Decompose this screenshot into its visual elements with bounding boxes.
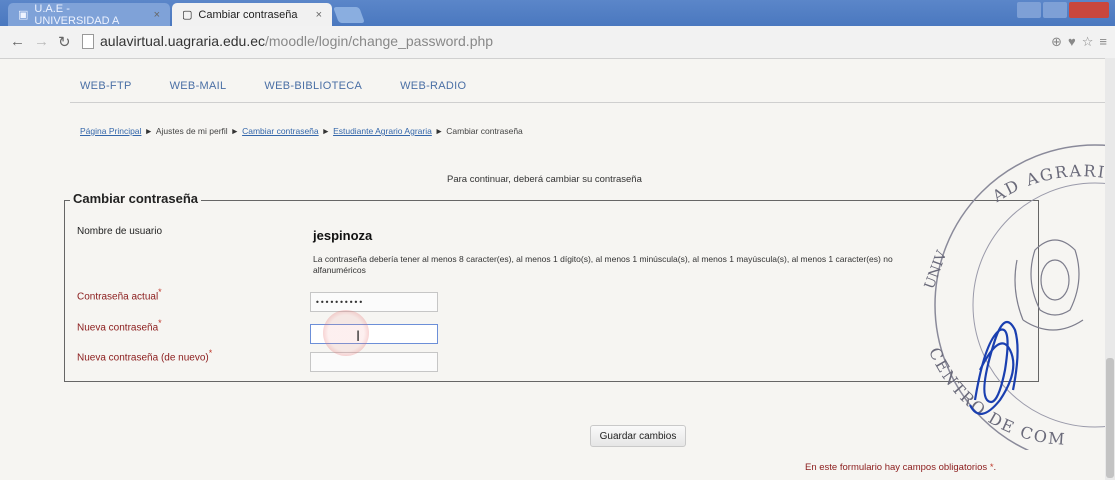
window-controls <box>1017 2 1109 18</box>
close-window-button[interactable] <box>1069 2 1109 18</box>
address-bar[interactable]: aulavirtual.uagraria.edu.ec/moodle/login… <box>82 30 1062 52</box>
label-text: Nueva contraseña <box>77 322 159 334</box>
click-highlight <box>323 310 369 356</box>
scrollbar-thumb[interactable] <box>1106 358 1114 478</box>
breadcrumb: Página Principal ► Ajustes de mi perfil ► Ca… <box>80 126 523 136</box>
site-menu: WEB-FTP WEB-MAIL WEB-BIBLIOTECA WEB-RADI… <box>80 80 466 92</box>
star-icon[interactable]: ☆ <box>1082 34 1094 50</box>
minimize-button[interactable] <box>1017 2 1041 18</box>
extension-icon[interactable]: ♥ <box>1068 34 1076 50</box>
zoom-icon[interactable]: ⊕ <box>1051 34 1062 50</box>
menu-item-web-biblioteca[interactable]: WEB-BIBLIOTECA <box>264 80 362 92</box>
page-scrollbar[interactable] <box>1105 58 1115 480</box>
current-password-input[interactable] <box>310 292 438 312</box>
required-fields-note: En este formulario hay campos obligatori… <box>805 462 997 473</box>
browser-tabstrip: ▣ U.A.E - UNIVERSIDAD A × ▢ Cambiar cont… <box>0 0 1115 27</box>
new-tab-button[interactable] <box>333 7 365 23</box>
label-text: Nueva contraseña (de nuevo) <box>77 352 209 364</box>
continue-notice: Para continuar, deberá cambiar su contra… <box>447 174 642 185</box>
breadcrumb-separator: ► <box>321 126 331 136</box>
username-value: jespinoza <box>313 228 373 243</box>
toolbar-actions: ⊕ ♥ ☆ ≡ <box>1051 34 1107 50</box>
browser-toolbar: ← → ↻ aulavirtual.uagraria.edu.ec/moodle… <box>0 26 1115 59</box>
tab-uae[interactable]: ▣ U.A.E - UNIVERSIDAD A × <box>8 2 170 27</box>
breadcrumb-profile-settings: Ajustes de mi perfil <box>155 126 228 136</box>
breadcrumb-separator: ► <box>230 126 240 136</box>
required-icon: * <box>208 348 213 358</box>
maximize-button[interactable] <box>1043 2 1067 18</box>
label-text: Contraseña actual <box>77 291 159 303</box>
required-icon: * <box>158 318 162 328</box>
menu-item-web-radio[interactable]: WEB-RADIO <box>400 80 466 92</box>
required-icon: * <box>158 287 162 297</box>
reload-icon[interactable]: ↻ <box>58 33 71 51</box>
note-text: En este formulario hay campos obligatori… <box>805 462 988 473</box>
url-host: aulavirtual.uagraria.edu.ec <box>100 33 265 49</box>
page-icon <box>82 33 94 49</box>
breadcrumb-change-password[interactable]: Cambiar contraseña <box>242 126 319 136</box>
required-icon: * <box>989 462 994 473</box>
menu-icon[interactable]: ≡ <box>1099 34 1107 50</box>
current-password-label: Contraseña actual* <box>77 287 162 302</box>
close-icon[interactable]: × <box>316 9 322 21</box>
menu-item-web-ftp[interactable]: WEB-FTP <box>80 80 132 92</box>
username-label: Nombre de usuario <box>77 226 163 237</box>
form-legend: Cambiar contraseña <box>70 191 201 206</box>
repeat-password-input[interactable] <box>310 352 438 372</box>
breadcrumb-user[interactable]: Estudiante Agrario Agraria <box>333 126 432 136</box>
repeat-password-label: Nueva contraseña (de nuevo)* <box>77 348 212 363</box>
new-password-label: Nueva contraseña* <box>77 318 162 333</box>
tab-title: Cambiar contraseña <box>198 8 298 21</box>
page-icon: ▢ <box>182 9 193 21</box>
breadcrumb-home[interactable]: Página Principal <box>80 126 141 136</box>
forward-arrow-icon[interactable]: → <box>34 33 49 50</box>
breadcrumb-separator: ► <box>144 126 153 136</box>
tab-title: U.A.E - UNIVERSIDAD A <box>34 2 120 27</box>
back-arrow-icon[interactable]: ← <box>10 33 25 50</box>
breadcrumb-separator: ► <box>434 126 444 136</box>
menu-divider <box>70 102 1110 103</box>
save-changes-button[interactable]: Guardar cambios <box>590 425 686 447</box>
password-policy: La contraseña debería tener al menos 8 c… <box>313 254 893 275</box>
text-cursor-icon: I <box>356 329 361 345</box>
tab-cambiar-contrasena[interactable]: ▢ Cambiar contraseña × <box>172 3 332 26</box>
close-icon[interactable]: × <box>154 9 160 21</box>
breadcrumb-current: Cambiar contraseña <box>446 126 523 136</box>
url-path: /moodle/login/change_password.php <box>265 33 494 49</box>
page-icon: ▣ <box>18 9 29 21</box>
menu-item-web-mail[interactable]: WEB-MAIL <box>170 80 227 92</box>
